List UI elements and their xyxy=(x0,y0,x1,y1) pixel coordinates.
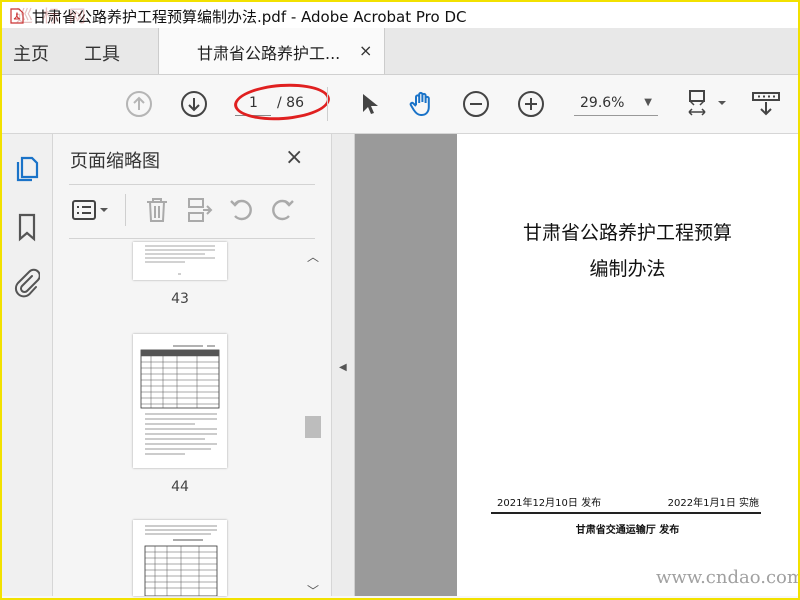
toolbar-separator xyxy=(327,87,328,121)
fit-page-icon xyxy=(688,90,726,116)
panel-divider xyxy=(69,184,315,185)
previous-page-icon xyxy=(126,91,152,117)
zoom-out-icon xyxy=(463,91,489,117)
page-thumbnail-44[interactable] xyxy=(133,334,227,468)
redo-button[interactable] xyxy=(267,194,299,226)
attachments-button[interactable] xyxy=(10,266,44,300)
zoom-in-button[interactable] xyxy=(515,88,547,120)
window-title: 甘肃省公路养护工程预算编制办法.pdf - Adobe Acrobat Pro … xyxy=(32,8,467,26)
redo-icon xyxy=(272,199,294,221)
thumbnail-page-number: 43 xyxy=(171,291,189,307)
undo-icon xyxy=(230,199,252,221)
panel-divider xyxy=(69,238,315,239)
delete-icon xyxy=(147,198,167,222)
zoom-out-button[interactable] xyxy=(460,88,492,120)
scroll-up-icon[interactable]: ︿ xyxy=(307,248,319,265)
zoom-in-icon xyxy=(518,91,544,117)
attachments-icon xyxy=(14,268,40,298)
publish-date: 2021年12月10日 发布 xyxy=(497,498,602,509)
scrolling-mode-button[interactable] xyxy=(750,88,782,120)
close-panel-button[interactable]: × xyxy=(285,145,303,170)
chevron-down-icon: ▼ xyxy=(644,97,652,108)
page-thumbnails-button[interactable] xyxy=(10,152,44,186)
watermark-left: 巡 标 网 xyxy=(16,7,88,27)
document-tab[interactable]: 甘肃省公路养护工... × xyxy=(158,28,385,74)
thumbnail-page-number: 44 xyxy=(171,479,189,495)
thumbnail-preview xyxy=(145,245,215,275)
thumbnail-scrollbar[interactable]: ︿ ﹀ xyxy=(303,242,323,599)
document-title-line-2: 编制办法 xyxy=(589,258,666,280)
document-view[interactable]: 甘肃省公路养护工程预算 编制办法 2021年12月10日 发布 2022年1月1… xyxy=(355,134,798,596)
zoom-level-value: 29.6% xyxy=(580,95,625,111)
horizontal-rule xyxy=(491,512,761,514)
document-title-line-1: 甘肃省公路养护工程预算 xyxy=(522,222,732,244)
implement-date: 2022年1月1日 实施 xyxy=(667,498,759,509)
pdf-page: 甘肃省公路养护工程预算 编制办法 2021年12月10日 发布 2022年1月1… xyxy=(457,134,798,596)
select-tool-button[interactable] xyxy=(352,88,384,120)
scrolling-mode-icon xyxy=(752,92,780,116)
insert-page-icon xyxy=(188,198,213,222)
tab-home[interactable]: 主页 xyxy=(13,40,49,66)
thumbnail-preview xyxy=(140,345,220,455)
panel-collapse-handle[interactable]: ◀ xyxy=(332,134,355,596)
document-tab-label: 甘肃省公路养护工... xyxy=(197,44,341,63)
page-thumbnail-43[interactable] xyxy=(133,242,227,280)
next-page-icon xyxy=(181,91,207,117)
title-bar: 甘肃省公路养护工程预算编制办法.pdf - Adobe Acrobat Pro … xyxy=(2,2,798,28)
collapse-left-icon[interactable]: ◀ xyxy=(339,362,347,373)
red-annotation-oval xyxy=(232,80,332,124)
next-page-button[interactable] xyxy=(178,88,210,120)
thumbnail-preview xyxy=(144,525,218,596)
page-thumbnail-45[interactable] xyxy=(133,520,227,596)
panel-toolbar-separator xyxy=(125,194,126,226)
zoom-level-select[interactable]: 29.6% ▼ xyxy=(574,91,658,116)
panel-title: 页面缩略图 xyxy=(70,151,160,172)
thumbnail-options-button[interactable] xyxy=(69,194,113,226)
page-thumbnails-icon xyxy=(16,156,39,182)
watermark-right: www.cndao.com xyxy=(656,567,800,588)
main-toolbar: 1 / 86 29.6% ▼ xyxy=(2,75,798,134)
scrollbar-thumb[interactable] xyxy=(305,416,321,438)
bookmarks-button[interactable] xyxy=(10,210,44,244)
options-menu-icon xyxy=(72,200,108,220)
delete-pages-button[interactable] xyxy=(141,194,173,226)
close-tab-button[interactable]: × xyxy=(359,41,372,60)
tab-bar: 主页 工具 甘肃省公路养护工... × xyxy=(2,28,798,75)
hand-tool-button[interactable] xyxy=(406,88,438,120)
hand-icon xyxy=(409,91,430,116)
tab-tools[interactable]: 工具 xyxy=(84,40,120,66)
scroll-down-icon[interactable]: ﹀ xyxy=(307,582,319,599)
select-cursor-icon xyxy=(363,94,378,114)
bookmarks-icon xyxy=(18,213,36,242)
previous-page-button[interactable] xyxy=(123,88,155,120)
issuer: 甘肃省交通运输厅 发布 xyxy=(575,525,680,536)
navigation-rail xyxy=(2,134,53,596)
fit-page-button[interactable] xyxy=(682,88,730,120)
insert-page-button[interactable] xyxy=(183,194,215,226)
undo-button[interactable] xyxy=(225,194,257,226)
thumbnail-panel: 页面缩略图 × 43 44 ︿ ﹀ xyxy=(53,134,332,599)
